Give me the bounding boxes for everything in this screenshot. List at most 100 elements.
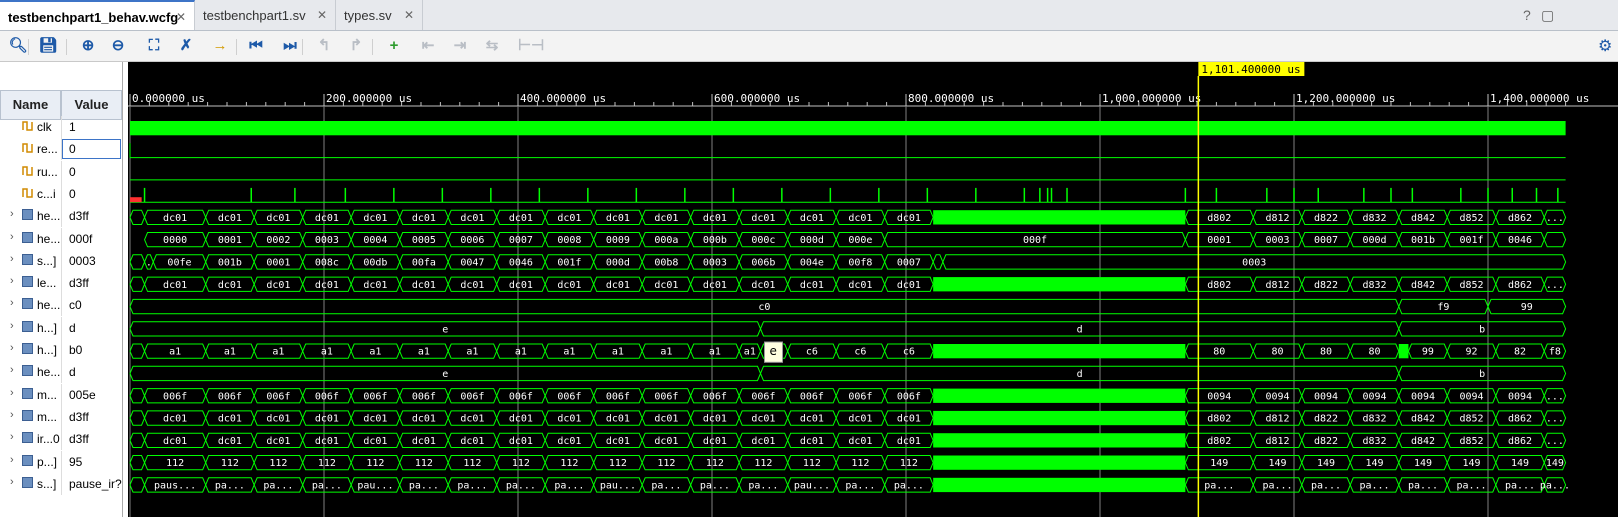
chevron-right-icon[interactable]: › xyxy=(10,364,14,376)
ruler-tick-label: 600.000000 us xyxy=(714,92,800,105)
signal-name-cell[interactable]: c...i xyxy=(0,183,61,205)
bus-value-label: f9 xyxy=(1437,302,1449,313)
chevron-right-icon[interactable]: › xyxy=(10,476,14,488)
chevron-right-icon[interactable]: › xyxy=(10,231,14,243)
chevron-right-icon[interactable]: › xyxy=(10,275,14,287)
bus-value-label: pa... xyxy=(845,480,875,491)
chevron-right-icon[interactable]: › xyxy=(10,387,14,399)
chevron-right-icon[interactable]: › xyxy=(10,342,14,354)
signal-name-cell[interactable]: › s...] xyxy=(0,473,61,495)
signal-row[interactable]: › m... d3ff xyxy=(0,405,122,428)
bus-value-label: pa... xyxy=(651,480,681,491)
bus-value-label: . xyxy=(146,257,152,268)
signal-value: d3ff xyxy=(61,205,122,228)
bus-signal-icon xyxy=(22,320,33,332)
tab-testbench-sv[interactable]: testbenchpart1.sv ✕ xyxy=(195,0,336,30)
tab-types-sv[interactable]: types.sv ✕ xyxy=(336,0,423,30)
bus-value-label: 0046 xyxy=(509,257,533,268)
signal-row[interactable]: › he... 000f xyxy=(0,227,122,250)
close-icon[interactable]: ✕ xyxy=(404,8,414,22)
go-to-cursor-icon[interactable]: → xyxy=(210,36,230,56)
chevron-right-icon[interactable]: › xyxy=(10,208,14,220)
go-to-end-icon[interactable]: ⏭ xyxy=(280,36,300,56)
signal-name-cell[interactable]: › s...] xyxy=(0,250,61,272)
bus-value-label: 112 xyxy=(609,458,627,469)
chevron-right-icon[interactable]: › xyxy=(10,320,14,332)
gear-icon[interactable]: ⚙ xyxy=(1598,36,1612,56)
next-marker-icon[interactable]: ⇥ xyxy=(450,36,470,56)
signal-row[interactable]: re... 0 xyxy=(0,138,122,161)
close-icon[interactable]: ✕ xyxy=(317,8,327,22)
previous-transition-icon[interactable]: ↰ xyxy=(314,36,334,56)
signal-row[interactable]: › m... 005e xyxy=(0,383,122,406)
signal-row[interactable]: › ir...0 d3ff xyxy=(0,428,122,451)
signal-row[interactable]: › he... d xyxy=(0,361,122,384)
signal-row[interactable]: › s...] pause_ir? xyxy=(0,472,122,495)
signal-name-cell[interactable]: ru... xyxy=(0,161,61,183)
cursor-snap-icon[interactable]: ✗ xyxy=(176,36,196,56)
signal-name: h...] xyxy=(37,320,58,335)
signal-row[interactable]: c...i 0 xyxy=(0,182,122,205)
signal-name-cell[interactable]: › m... xyxy=(0,406,61,428)
bus-value-label: 000d xyxy=(606,257,630,268)
signal-row[interactable]: › he... d3ff xyxy=(0,205,122,228)
swap-cursors-icon[interactable]: ⇆ xyxy=(482,36,502,56)
signal-row[interactable]: › h...] b0 xyxy=(0,339,122,361)
zoom-in-icon[interactable]: ⊕ xyxy=(78,36,98,56)
snap-to-transition-icon[interactable]: ⊢⊣ xyxy=(518,36,544,56)
signal-row[interactable]: › s...] 0003 xyxy=(0,249,122,272)
chevron-right-icon[interactable]: › xyxy=(10,409,14,421)
signal-name-cell[interactable]: › ir...0 xyxy=(0,428,61,450)
zoom-fit-icon[interactable]: ⛶ xyxy=(144,36,164,56)
bus-value-label: 000a xyxy=(654,235,678,246)
signal-value: 95 xyxy=(61,450,122,473)
bus-value-label: dc01 xyxy=(460,414,484,425)
waveform-svg[interactable]: 0.000000 us 200.000000 us 400.000000 us 600… xyxy=(128,62,1618,517)
signal-value: d xyxy=(61,361,122,384)
dense-transitions-block xyxy=(933,455,1186,470)
signal-name-cell[interactable]: › he... xyxy=(0,294,61,316)
save-icon[interactable]: 💾︎ xyxy=(38,36,58,56)
add-marker-icon[interactable]: + xyxy=(384,36,404,56)
bus-value-label: a1 xyxy=(272,347,284,358)
bus-signal-icon xyxy=(22,365,33,377)
bus-value-label: dc01 xyxy=(654,436,678,447)
chevron-right-icon[interactable]: › xyxy=(10,297,14,309)
signal-row[interactable]: ru... 0 xyxy=(0,160,122,183)
bus-value-label: 112 xyxy=(463,458,481,469)
signal-name-cell[interactable]: › he... xyxy=(0,228,61,250)
help-icon[interactable]: ? xyxy=(1523,7,1531,23)
tab-wcfg[interactable]: testbenchpart1_behav.wcfg ✕ xyxy=(0,0,195,30)
dense-transitions-block xyxy=(1398,344,1409,359)
signal-name-cell[interactable]: › le... xyxy=(0,272,61,294)
waveform-canvas[interactable]: 0.000000 us 200.000000 us 400.000000 us 600… xyxy=(128,62,1618,517)
chevron-right-icon[interactable]: › xyxy=(10,253,14,265)
chevron-right-icon[interactable]: › xyxy=(10,454,14,466)
bus-value-label: 92 xyxy=(1465,347,1477,358)
signal-name-cell[interactable]: › p...] xyxy=(0,451,61,473)
signal-name-cell[interactable]: › he... xyxy=(0,361,61,383)
signal-row[interactable]: › le... d3ff xyxy=(0,272,122,295)
bus-value-label: pa... xyxy=(1505,480,1535,491)
bus-value-label: 000b xyxy=(703,235,727,246)
signal-row[interactable]: › p...] 95 xyxy=(0,450,122,473)
close-icon[interactable]: ✕ xyxy=(176,10,186,24)
signal-row[interactable]: › h...] d xyxy=(0,316,122,339)
go-to-start-icon[interactable]: ⏮ xyxy=(246,36,266,56)
zoom-out-icon[interactable]: ⊖ xyxy=(108,36,128,56)
signal-row[interactable]: clk 1 xyxy=(0,116,122,138)
cursor-time-label: 1,101.400000 us xyxy=(1201,63,1300,76)
signal-name-cell[interactable]: › h...] xyxy=(0,317,61,339)
signal-name-cell[interactable]: › he... xyxy=(0,205,61,227)
previous-marker-icon[interactable]: ⇤ xyxy=(418,36,438,56)
signal-row[interactable]: › he... c0 xyxy=(0,294,122,317)
restore-icon[interactable]: ▢ xyxy=(1541,7,1554,24)
signal-name-cell[interactable]: › m... xyxy=(0,384,61,406)
chevron-right-icon[interactable]: › xyxy=(10,431,14,443)
signal-name-cell[interactable]: clk xyxy=(0,116,61,138)
next-transition-icon[interactable]: ↱ xyxy=(346,36,366,56)
signal-name-cell[interactable]: re... xyxy=(0,138,61,160)
bus-signal-icon xyxy=(22,276,33,288)
signal-name-cell[interactable]: › h...] xyxy=(0,339,61,361)
search-icon[interactable]: 🔍︎ xyxy=(8,36,28,56)
